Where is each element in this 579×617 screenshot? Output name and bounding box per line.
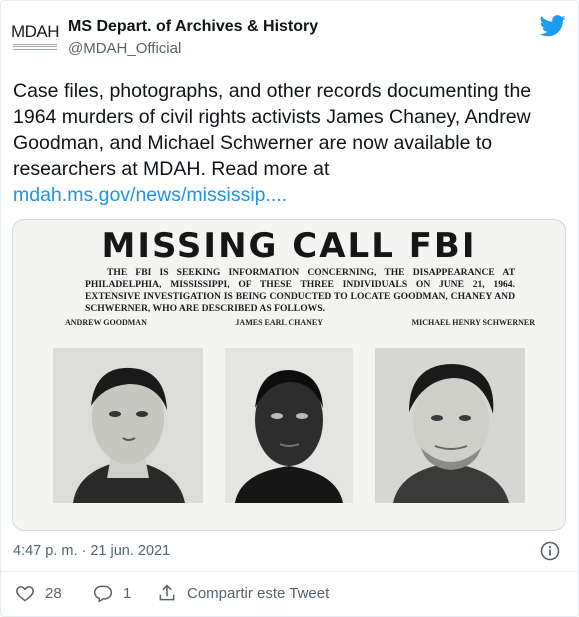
twitter-bird-icon[interactable] bbox=[540, 15, 566, 37]
avatar-logo-text: MDAH bbox=[10, 22, 60, 41]
share-button[interactable]: Compartir este Tweet bbox=[157, 583, 329, 603]
like-button[interactable]: 28 bbox=[15, 583, 62, 603]
display-name[interactable]: MS Depart. of Archives & History bbox=[68, 17, 318, 37]
poster-body: THE FBI IS SEEKING INFORMATION CONCERNIN… bbox=[85, 267, 515, 314]
portrait-photo-schwerner bbox=[375, 348, 525, 503]
author-info: MS Depart. of Archives & History @MDAH_O… bbox=[68, 17, 318, 59]
tweet-text: Case files, photographs, and other recor… bbox=[13, 78, 558, 208]
portrait-photo-goodman bbox=[53, 348, 203, 503]
poster-title: MISSING CALL FBI bbox=[101, 226, 477, 266]
avatar-logo-lines bbox=[13, 42, 57, 51]
poster-name-3: MICHAEL HENRY SCHWERNER bbox=[411, 318, 535, 327]
poster-names: ANDREW GOODMAN JAMES EARL CHANEY MICHAEL… bbox=[65, 318, 535, 327]
poster-name-1: ANDREW GOODMAN bbox=[65, 318, 147, 327]
tweet-link[interactable]: mdah.ms.gov/news/mississip.... bbox=[13, 182, 558, 208]
share-icon bbox=[159, 584, 175, 601]
tweet-header: MDAH MS Depart. of Archives & History @M… bbox=[11, 13, 568, 61]
tweet-card: MDAH MS Depart. of Archives & History @M… bbox=[0, 0, 579, 617]
tweet-body: Case files, photographs, and other recor… bbox=[13, 80, 532, 180]
tweet-timestamp[interactable]: 4:47 p. m. · 21 jun. 2021 bbox=[13, 543, 170, 559]
divider bbox=[1, 571, 578, 572]
portrait-photo-chaney bbox=[225, 348, 353, 503]
reply-button[interactable]: 1 bbox=[93, 583, 131, 603]
heart-icon bbox=[16, 586, 34, 602]
reply-count: 1 bbox=[123, 584, 132, 602]
share-label: Compartir este Tweet bbox=[187, 584, 330, 602]
poster-name-2: JAMES EARL CHANEY bbox=[235, 318, 323, 327]
reply-icon bbox=[93, 585, 113, 603]
avatar[interactable]: MDAH bbox=[10, 15, 60, 59]
tweet-actions: 28 1 Compartir este Tweet bbox=[15, 583, 564, 607]
user-handle[interactable]: @MDAH_Official bbox=[68, 39, 318, 59]
info-icon[interactable] bbox=[540, 541, 560, 561]
tweet-media-image[interactable]: MISSING CALL FBI THE FBI IS SEEKING INFO… bbox=[12, 219, 566, 531]
like-count: 28 bbox=[45, 584, 62, 602]
